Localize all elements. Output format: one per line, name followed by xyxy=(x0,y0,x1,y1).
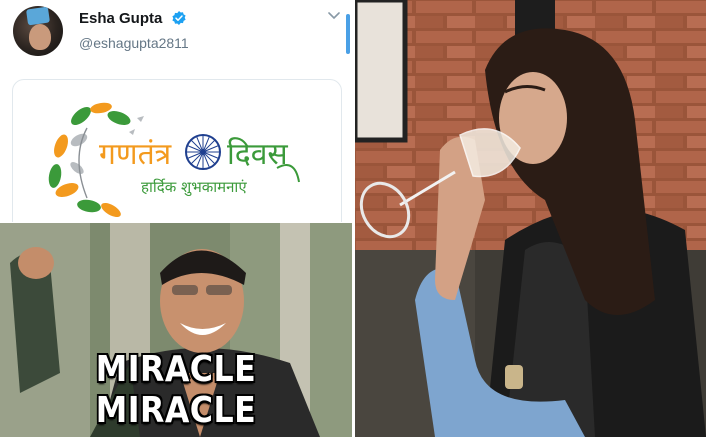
tweet-media-card[interactable]: गणतंत्र दिवस हार्दिक शुभकामनाएं xyxy=(12,79,342,222)
actress-photo xyxy=(355,0,706,437)
photo-scene xyxy=(355,0,706,437)
ashoka-chakra-icon xyxy=(185,134,221,170)
greeting-line1-left: गणतंत्र xyxy=(99,137,172,172)
user-handle[interactable]: @eshagupta2811 xyxy=(79,35,189,51)
chevron-down-icon[interactable] xyxy=(328,12,340,20)
display-name[interactable]: Esha Gupta xyxy=(79,10,162,27)
verified-badge-icon xyxy=(172,11,186,25)
avatar[interactable] xyxy=(13,6,63,56)
meme-panel: MIRACLE MIRACLE xyxy=(0,223,352,437)
scrollbar[interactable] xyxy=(346,14,350,54)
avatar-face xyxy=(29,24,51,50)
image-collage: Esha Gupta @eshagupta2811 गणतंत्र दिवस ह… xyxy=(0,0,706,437)
avatar-hand xyxy=(25,6,51,26)
greeting-line2: हार्दिक शुभकामनाएं xyxy=(141,178,247,197)
meme-caption: MIRACLE MIRACLE xyxy=(95,349,257,431)
tweet-panel: Esha Gupta @eshagupta2811 गणतंत्र दिवस ह… xyxy=(0,0,352,222)
republic-day-graphic: गणतंत्र दिवस हार्दिक शुभकामनाएं xyxy=(48,102,300,217)
